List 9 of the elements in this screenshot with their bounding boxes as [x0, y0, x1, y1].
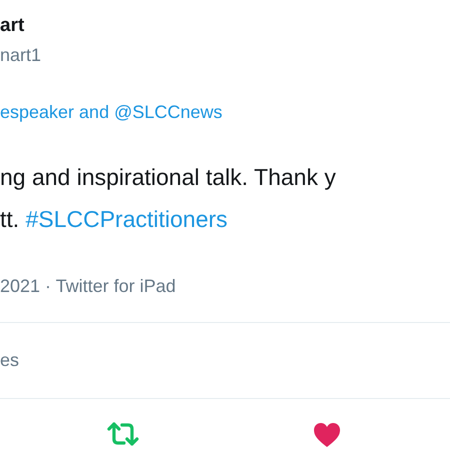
author-name: art: [0, 14, 26, 38]
heart-icon[interactable]: [313, 422, 341, 448]
retweet-icon[interactable]: [107, 421, 139, 447]
tweet-text: tt. #SLCCPractitioners: [0, 205, 229, 234]
tweet-meta: 2021 · Twitter for iPad: [0, 275, 177, 298]
replying-to-link[interactable]: espeaker and @SLCCnews: [0, 100, 222, 124]
tweet-text: ng and inspirational talk. Thank y: [0, 163, 337, 192]
likes-count[interactable]: es: [0, 350, 20, 371]
author-handle: nart1: [0, 44, 42, 66]
